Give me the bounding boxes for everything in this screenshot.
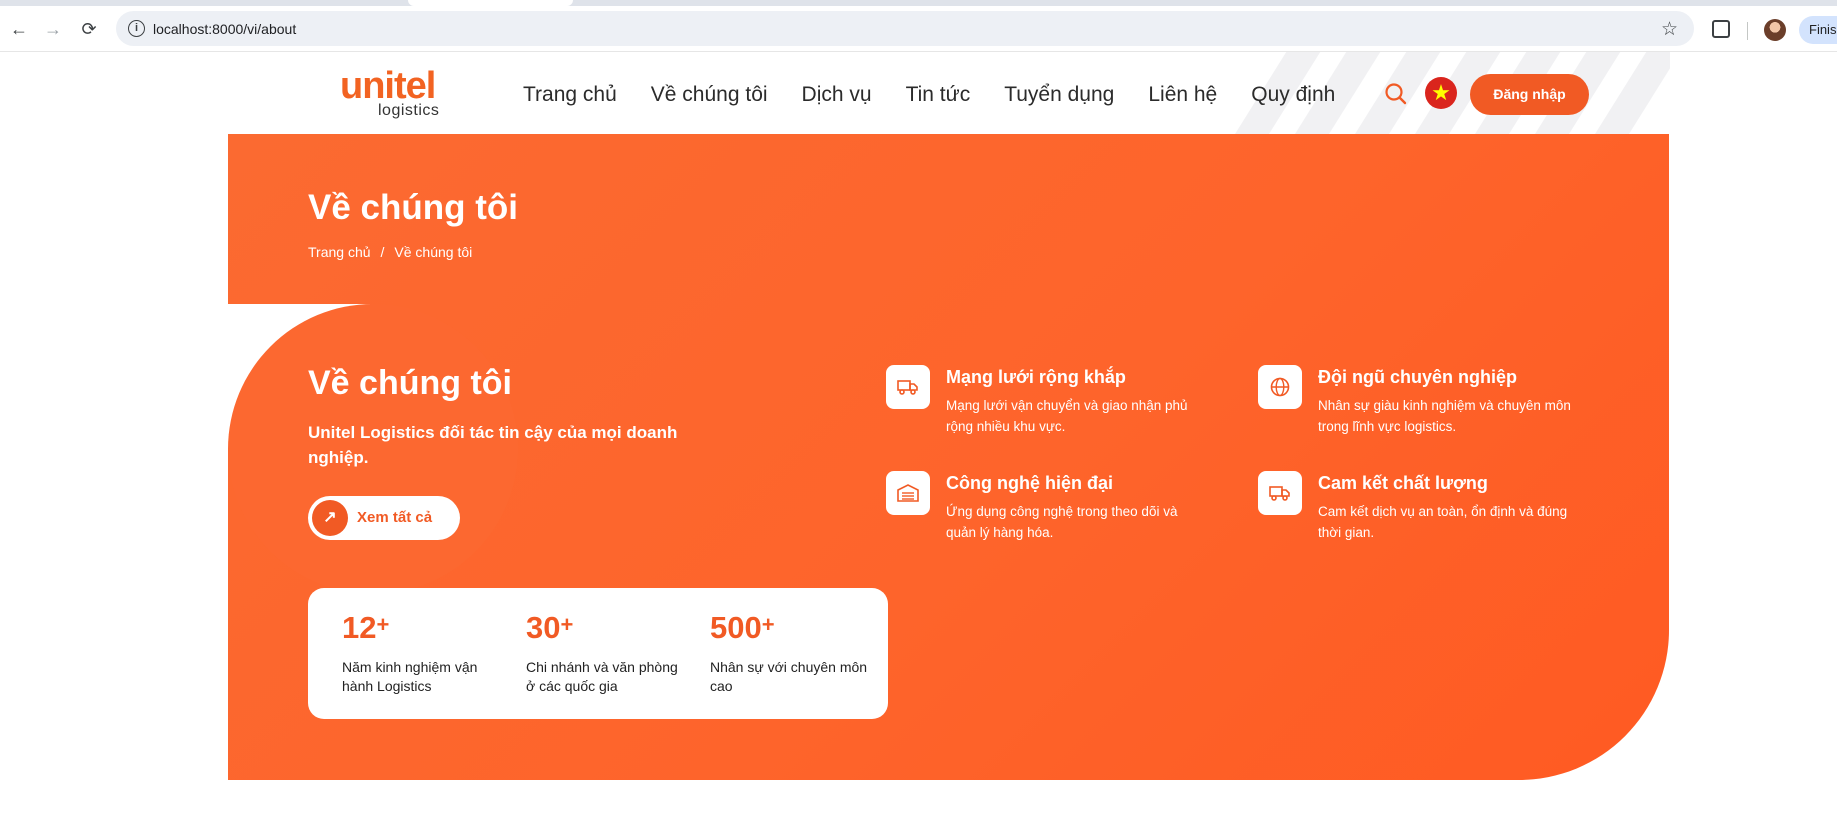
- stat-value: 12: [342, 610, 377, 645]
- stats-card: 12+ Năm kinh nghiệm vận hành Logistics 3…: [308, 588, 888, 719]
- forward-icon[interactable]: →: [42, 18, 64, 40]
- vietnam-flag-icon[interactable]: ★: [1425, 77, 1457, 109]
- feature-description: Mạng lưới vận chuyển và giao nhận phủ rộ…: [946, 398, 1188, 434]
- stat-value: 30: [526, 610, 561, 645]
- feature-description: Nhân sự giàu kinh nghiệm và chuyên môn t…: [1318, 398, 1571, 434]
- about-hero: Về chúng tôi Trang chủ / Về chúng tôi Về…: [228, 134, 1669, 780]
- nav-item-contact[interactable]: Liên hệ: [1148, 82, 1217, 112]
- browser-toolbar: ← → ⟳ i localhost:8000/vi/about ☆ Finish: [0, 6, 1837, 52]
- login-button[interactable]: Đăng nhập: [1470, 74, 1589, 115]
- main-nav: Trang chủ Về chúng tôi Dịch vụ Tin tức T…: [523, 82, 1369, 112]
- view-all-label: Xem tất cả: [357, 509, 433, 526]
- stat-item: 500+ Nhân sự với chuyên môn cao: [710, 610, 870, 696]
- stat-suffix: +: [376, 612, 390, 637]
- breadcrumb: Trang chủ / Về chúng tôi: [308, 244, 472, 260]
- breadcrumb-home-link[interactable]: Trang chủ: [308, 244, 371, 260]
- url-text[interactable]: localhost:8000/vi/about: [153, 21, 296, 37]
- bookmark-star-icon[interactable]: ☆: [1661, 18, 1678, 41]
- search-icon[interactable]: [1383, 81, 1409, 107]
- delivery-truck-icon: [1258, 471, 1302, 515]
- stat-item: 30+ Chi nhánh và văn phòng ở các quốc gi…: [526, 610, 686, 696]
- feature-item: Công nghệ hiện đại Ứng dụng công nghệ tr…: [886, 471, 1226, 561]
- stat-label: Năm kinh nghiệm vận hành Logistics: [342, 659, 478, 694]
- stat-suffix: +: [761, 612, 775, 637]
- stat-value: 500: [710, 610, 762, 645]
- globe-icon: [1258, 365, 1302, 409]
- toolbar-divider: [1747, 22, 1748, 40]
- profile-status-pill[interactable]: Finish: [1799, 16, 1837, 44]
- feature-title: Mạng lưới rộng khắp: [946, 367, 1126, 387]
- back-icon[interactable]: ←: [8, 18, 30, 40]
- section-description: Unitel Logistics đối tác tin cậy của mọi…: [308, 423, 678, 467]
- logo-wordmark: unitel: [340, 65, 436, 107]
- nav-item-careers[interactable]: Tuyển dụng: [1004, 82, 1114, 112]
- site-info-icon[interactable]: i: [128, 20, 145, 37]
- breadcrumb-current: Về chúng tôi: [394, 244, 473, 260]
- breadcrumb-separator: /: [380, 244, 385, 260]
- profile-avatar[interactable]: [1764, 19, 1786, 41]
- stat-item: 12+ Năm kinh nghiệm vận hành Logistics: [342, 610, 502, 696]
- stat-suffix: +: [560, 612, 574, 637]
- site-header: unitel logistics Trang chủ Về chúng tôi …: [0, 52, 1837, 134]
- section-title: Về chúng tôi: [308, 364, 512, 402]
- feature-item: Đội ngũ chuyên nghiệp Nhân sự giàu kinh …: [1258, 365, 1598, 455]
- nav-item-about[interactable]: Về chúng tôi: [651, 82, 768, 112]
- view-all-button[interactable]: ↗ Xem tất cả: [308, 496, 460, 540]
- feature-title: Đội ngũ chuyên nghiệp: [1318, 367, 1517, 387]
- address-bar[interactable]: i localhost:8000/vi/about ☆: [116, 11, 1694, 46]
- stat-label: Chi nhánh và văn phòng ở các quốc gia: [526, 659, 678, 694]
- nav-item-home[interactable]: Trang chủ: [523, 82, 617, 112]
- feature-description: Ứng dụng công nghệ trong theo dõi và quả…: [946, 504, 1178, 540]
- page-title: Về chúng tôi: [308, 188, 518, 227]
- nav-item-news[interactable]: Tin tức: [906, 82, 971, 112]
- truck-icon: [886, 365, 930, 409]
- feature-description: Cam kết dịch vụ an toàn, ổn định và đúng…: [1318, 504, 1568, 540]
- arrow-up-right-icon: ↗: [312, 500, 348, 536]
- feature-item: Mạng lưới rộng khắp Mạng lưới vận chuyển…: [886, 365, 1226, 455]
- stat-label: Nhân sự với chuyên môn cao: [710, 659, 868, 694]
- nav-item-regulations[interactable]: Quy định: [1251, 82, 1335, 112]
- nav-item-services[interactable]: Dịch vụ: [802, 82, 872, 112]
- logo-subtitle: logistics: [378, 102, 440, 119]
- site-logo[interactable]: unitel logistics: [340, 66, 460, 122]
- feature-item: Cam kết chất lượng Cam kết dịch vụ an to…: [1258, 471, 1598, 561]
- warehouse-icon: [886, 471, 930, 515]
- feature-title: Công nghệ hiện đại: [946, 473, 1113, 493]
- extensions-icon[interactable]: [1712, 20, 1730, 38]
- reload-icon[interactable]: ⟳: [78, 18, 100, 40]
- feature-title: Cam kết chất lượng: [1318, 473, 1488, 493]
